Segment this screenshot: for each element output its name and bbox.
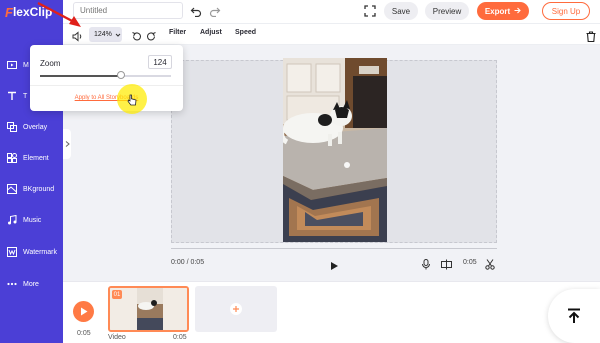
progress-track[interactable] [171, 248, 497, 249]
undo-icon[interactable] [190, 4, 202, 18]
player-controls: 0:00 / 0:05 0:05 [171, 248, 497, 274]
video-preview[interactable] [283, 58, 387, 242]
play-icon[interactable] [329, 258, 339, 270]
sidebar-item-more[interactable]: More [0, 275, 63, 293]
timeline: 0:05 01 Video 0:05 [63, 281, 600, 343]
sidebar-item-label: Watermark [23, 248, 57, 256]
overlay-icon [7, 122, 17, 132]
apply-all-link[interactable]: Apply to All Storyboards [30, 95, 183, 101]
zoom-popup: Zoom 124 Apply to All Storyboards [30, 45, 183, 111]
scissors-icon[interactable] [485, 257, 495, 270]
zoom-slider[interactable] [40, 71, 171, 79]
background-icon [7, 184, 17, 194]
sidebar-item-watermark[interactable]: Watermark [0, 243, 63, 261]
zoom-slider-fill [40, 75, 122, 77]
scroll-to-top-button[interactable] [548, 289, 600, 343]
more-icon [7, 279, 17, 289]
clip-name: Video [108, 334, 126, 341]
clip-duration: 0:05 [173, 334, 187, 341]
redo-icon[interactable] [209, 4, 221, 18]
zoom-value-field[interactable]: 124 [148, 55, 172, 69]
timeline-play-button[interactable] [73, 301, 94, 322]
sidebar-item-label: M [23, 61, 29, 69]
rotate-left-icon[interactable] [131, 29, 142, 41]
chevron-down-icon [115, 32, 121, 38]
text-icon [7, 91, 17, 101]
sidebar-item-label: Element [23, 154, 49, 162]
save-label: Save [391, 6, 411, 16]
chevron-right-icon [65, 141, 70, 147]
popup-divider [30, 85, 183, 86]
speed-button[interactable]: Speed [235, 29, 256, 36]
export-label: Export [484, 6, 511, 16]
current-time: 0:00 / 0:05 [171, 259, 205, 266]
hand-cursor-icon [127, 93, 137, 106]
plus-icon [230, 303, 242, 315]
export-button[interactable]: Export [477, 2, 529, 20]
top-bar: Save Preview Export Sign Up [63, 0, 600, 23]
timeline-duration: 0:05 [77, 330, 91, 337]
zoom-dropdown[interactable]: 124% [89, 27, 122, 42]
media-icon [7, 60, 17, 70]
annotation-arrow-icon [36, 1, 86, 31]
trash-icon[interactable] [586, 29, 596, 43]
split-icon[interactable] [441, 257, 452, 270]
rotate-right-icon[interactable] [146, 29, 157, 41]
music-icon [7, 215, 17, 225]
adjust-button[interactable]: Adjust [200, 29, 222, 36]
zoom-slider-thumb[interactable] [117, 71, 126, 79]
signup-button[interactable]: Sign Up [542, 2, 590, 20]
filter-button[interactable]: Filter [169, 29, 186, 36]
preview-button[interactable]: Preview [425, 2, 469, 20]
arrow-up-icon [568, 308, 580, 323]
arrow-right-icon [514, 7, 521, 16]
save-button[interactable]: Save [384, 2, 418, 20]
play-icon [80, 307, 87, 316]
zoom-popup-value: 124 [153, 57, 167, 67]
watermark-icon [7, 247, 17, 257]
fullscreen-icon[interactable] [364, 4, 376, 17]
sidebar-item-label: Overlay [23, 123, 48, 131]
add-scene-button[interactable] [195, 286, 277, 332]
signup-label: Sign Up [551, 6, 581, 16]
sidebar-item-music[interactable]: Music [0, 211, 63, 229]
element-icon [7, 153, 17, 163]
sidebar-item-label: BKground [23, 185, 55, 193]
sidebar-item-label: More [23, 280, 39, 288]
sidebar-item-element[interactable]: Element [0, 149, 63, 167]
timeline-clip[interactable]: 01 [108, 286, 189, 332]
preview-label: Preview [432, 6, 462, 16]
sidebar-item-overlay[interactable]: Overlay [0, 118, 63, 136]
zoom-label: Zoom [40, 59, 61, 68]
sidebar-item-background[interactable]: BKground [0, 180, 63, 198]
duration-time: 0:05 [463, 259, 477, 266]
canvas-toolbar: 124% Filter Adjust Speed [63, 23, 600, 45]
video-frame-image [283, 58, 387, 242]
collapse-panel-tab[interactable] [63, 129, 71, 159]
project-title-input[interactable] [73, 2, 183, 19]
clip-number-badge: 01 [112, 290, 122, 299]
sidebar-item-label: T [23, 92, 28, 100]
logo-mark: F [5, 4, 13, 20]
zoom-value: 124% [94, 31, 112, 38]
sidebar-item-label: Music [23, 216, 42, 224]
microphone-icon[interactable] [421, 257, 431, 270]
